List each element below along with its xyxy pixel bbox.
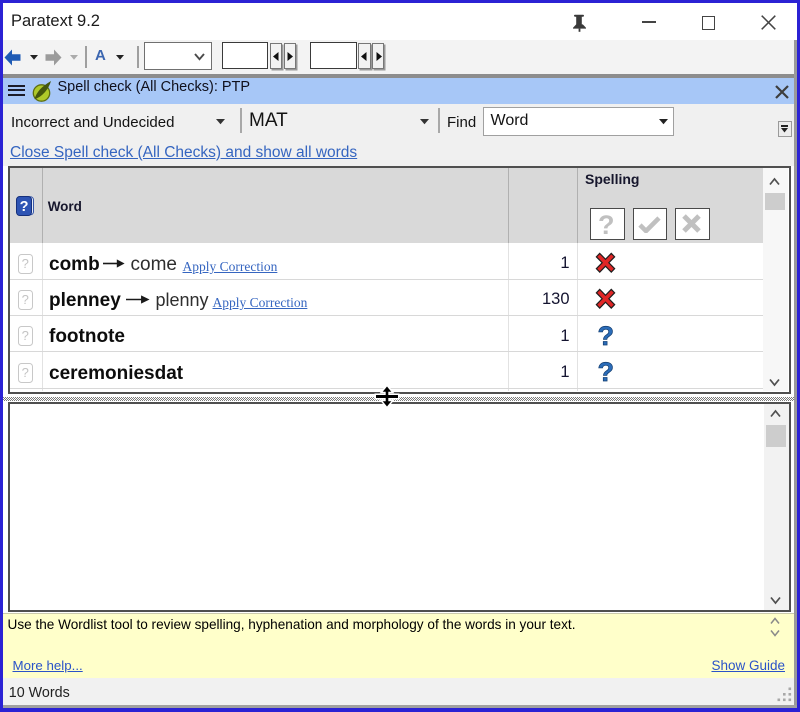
svg-text:?: ? [20, 199, 29, 215]
